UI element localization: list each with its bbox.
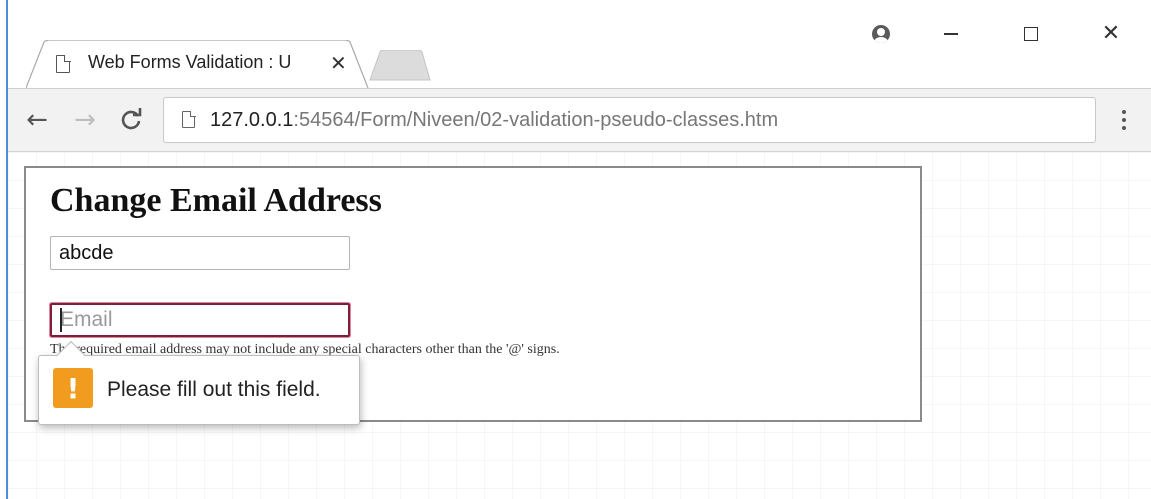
page-info-icon[interactable] [182, 110, 196, 128]
url-path: :54564/Form/Niveen/02-validation-pseudo-… [293, 109, 779, 131]
close-button[interactable]: ✕ [1071, 14, 1151, 54]
menu-button[interactable] [1114, 105, 1134, 135]
minimize-button[interactable] [911, 14, 991, 54]
reload-icon [121, 108, 142, 130]
maximize-icon [1024, 27, 1038, 41]
menu-dot [1122, 126, 1126, 130]
tab-close-icon[interactable]: ✕ [330, 51, 347, 75]
text-input[interactable] [50, 236, 350, 270]
title-bar: Web Forms Validation : U ✕ ✕ [8, 0, 1151, 88]
email-input[interactable] [50, 303, 350, 337]
text-caret [60, 308, 62, 332]
new-tab-button[interactable] [368, 49, 432, 87]
url-host: 127.0.0.1 [210, 109, 294, 131]
back-arrow-icon: ← [26, 105, 48, 135]
warning-icon: ! [53, 368, 93, 408]
forward-arrow-icon: → [74, 105, 96, 135]
menu-dot [1122, 110, 1126, 114]
maximize-button[interactable] [991, 14, 1071, 54]
window-controls: ✕ [851, 14, 1151, 54]
back-button[interactable]: ← [20, 103, 54, 137]
document-icon [56, 54, 71, 73]
profile-icon [872, 25, 890, 43]
address-bar[interactable]: 127.0.0.1:54564/Form/Niveen/02-validatio… [163, 97, 1096, 143]
tab-title: Web Forms Validation : U [88, 52, 292, 72]
form-heading: Change Email Address [50, 182, 382, 219]
tab-web-forms-validation[interactable]: Web Forms Validation : U ✕ [26, 40, 369, 88]
forward-button[interactable]: → [68, 103, 102, 137]
close-icon: ✕ [1101, 21, 1121, 46]
reload-button[interactable] [114, 103, 148, 137]
validation-message: Please fill out this field. [107, 378, 321, 401]
profile-button[interactable] [851, 14, 911, 54]
browser-toolbar: ← → 127.0.0.1:54564/Form/Niveen/02-valid… [8, 88, 1151, 152]
menu-dot [1122, 118, 1126, 122]
minimize-icon [944, 33, 958, 35]
validation-bubble: ! Please fill out this field. [38, 340, 360, 425]
url-text: 127.0.0.1:54564/Form/Niveen/02-validatio… [210, 109, 778, 132]
page-content: Change Email Address The required email … [8, 152, 1151, 499]
